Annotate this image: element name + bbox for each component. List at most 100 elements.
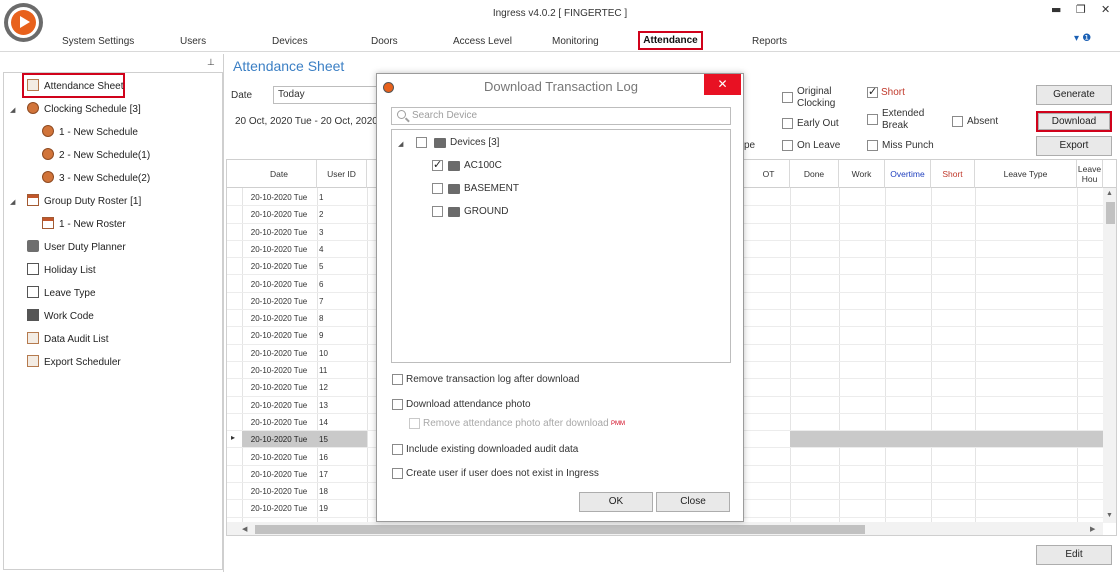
- row-date: 20-10-2020 Tue: [250, 417, 308, 427]
- collapse-icon[interactable]: ◢: [10, 198, 15, 206]
- sidebar-item-attendance-sheet[interactable]: Attendance Sheet: [27, 78, 124, 96]
- horizontal-scroll-thumb[interactable]: [255, 525, 865, 534]
- minimize-button[interactable]: ▬: [1051, 3, 1061, 16]
- devices-root-checkbox[interactable]: [416, 137, 427, 148]
- page-title: Attendance Sheet: [233, 58, 345, 74]
- menu-attendance[interactable]: Attendance: [638, 31, 703, 50]
- row-date: 20-10-2020 Tue: [250, 244, 308, 254]
- sidebar-item-schedule-2[interactable]: 2 - New Schedule(1): [42, 147, 150, 165]
- device-tree: ◢ Devices [3] AC100C BASEMENT GROUND: [391, 129, 731, 363]
- row-user-id: 11: [319, 366, 328, 375]
- help-dropdown-icon[interactable]: ▾ ❶: [1074, 33, 1091, 44]
- include-audit-label: Include existing downloaded audit data: [406, 444, 579, 455]
- remove-log-label: Remove transaction log after download: [406, 374, 580, 385]
- absent-checkbox[interactable]: [952, 116, 963, 127]
- audit-icon: [27, 332, 39, 344]
- vertical-scrollbar[interactable]: ▲ ▼: [1103, 188, 1116, 523]
- row-user-id: 3: [319, 227, 324, 237]
- dialog-close-button[interactable]: ✕: [704, 74, 741, 95]
- device-label-ground: GROUND: [464, 206, 509, 217]
- device-checkbox-ground[interactable]: [432, 206, 443, 217]
- row-user-id: 5: [319, 262, 324, 272]
- column-done[interactable]: Done: [790, 160, 839, 188]
- device-checkbox-basement[interactable]: [432, 183, 443, 194]
- sidebar-item-roster-1[interactable]: 1 - New Roster: [42, 216, 126, 234]
- sandals-icon: [27, 263, 39, 275]
- absent-label: Absent: [967, 116, 999, 127]
- short-checkbox[interactable]: [867, 85, 878, 98]
- pin-icon[interactable]: ⊥: [207, 57, 215, 68]
- vertical-scroll-thumb[interactable]: [1106, 202, 1115, 224]
- device-label-ac100c: AC100C: [464, 160, 502, 171]
- generate-button[interactable]: Generate: [1036, 85, 1112, 105]
- column-work[interactable]: Work: [839, 160, 885, 188]
- remove-log-checkbox[interactable]: [392, 374, 403, 385]
- menu-devices[interactable]: Devices: [272, 36, 308, 47]
- horizontal-scrollbar[interactable]: ◀ ▶: [227, 522, 1103, 535]
- row-date: 20-10-2020 Tue: [250, 487, 308, 497]
- restore-button[interactable]: ❐: [1076, 3, 1086, 16]
- export-icon: [27, 355, 39, 367]
- column-ot[interactable]: OT: [748, 160, 790, 188]
- date-select[interactable]: Today: [273, 86, 383, 104]
- device-search-input[interactable]: Search Device: [391, 107, 731, 125]
- sidebar-item-holiday-list[interactable]: Holiday List: [27, 262, 96, 280]
- collapse-icon[interactable]: ◢: [10, 106, 15, 114]
- row-user-id: 16: [319, 452, 328, 462]
- menu-users[interactable]: Users: [180, 36, 206, 47]
- row-user-id: 6: [319, 279, 324, 289]
- ok-button[interactable]: OK: [579, 492, 653, 512]
- column-overtime[interactable]: Overtime: [885, 160, 931, 188]
- column-date[interactable]: Date: [242, 160, 317, 188]
- row-date: 20-10-2020 Tue: [250, 504, 308, 514]
- sidebar-item-work-code[interactable]: Work Code: [27, 308, 94, 326]
- on-leave-label: On Leave: [797, 140, 841, 151]
- early-out-checkbox[interactable]: [782, 118, 793, 129]
- sidebar-item-leave-type[interactable]: Leave Type: [27, 285, 96, 303]
- row-date: 20-10-2020 Tue: [250, 331, 308, 341]
- sidebar-item-user-duty-planner[interactable]: User Duty Planner: [27, 239, 126, 257]
- extended-break-checkbox[interactable]: [867, 114, 878, 125]
- column-short[interactable]: Short: [931, 160, 975, 188]
- row-date: 20-10-2020 Tue: [250, 469, 308, 479]
- extended-break-label: Extended Break: [882, 108, 925, 131]
- export-button[interactable]: Export: [1036, 136, 1112, 156]
- sidebar-item-group-duty-roster[interactable]: Group Duty Roster [1]: [27, 193, 141, 211]
- sidebar-item-export-scheduler[interactable]: Export Scheduler: [27, 354, 121, 372]
- create-user-checkbox[interactable]: [392, 468, 403, 479]
- menu-system-settings[interactable]: System Settings: [62, 36, 134, 47]
- download-photo-checkbox[interactable]: [392, 399, 403, 410]
- original-clocking-checkbox[interactable]: [782, 92, 793, 103]
- device-group-icon: [434, 138, 446, 148]
- row-user-id: 14: [319, 417, 328, 427]
- close-window-button[interactable]: ✕: [1101, 3, 1110, 16]
- row-user-id: 1: [319, 193, 324, 202]
- column-leave-hours[interactable]: Leave Hou: [1077, 160, 1103, 188]
- menu-monitoring[interactable]: Monitoring: [552, 36, 599, 47]
- row-date: 20-10-2020 Tue: [250, 383, 308, 393]
- row-date: 20-10-2020 Tue: [250, 262, 308, 272]
- row-user-id: 18: [319, 487, 328, 497]
- device-checkbox-ac100c[interactable]: [432, 158, 443, 171]
- list-icon: [27, 286, 39, 298]
- row-date: 20-10-2020 Tue: [250, 366, 308, 375]
- menu-doors[interactable]: Doors: [371, 36, 398, 47]
- edit-button[interactable]: Edit: [1036, 545, 1112, 565]
- collapse-icon[interactable]: ◢: [398, 140, 403, 148]
- sidebar-item-schedule-3[interactable]: 3 - New Schedule(2): [42, 170, 150, 188]
- sidebar-item-data-audit-list[interactable]: Data Audit List: [27, 331, 108, 349]
- clock-icon: [42, 171, 54, 183]
- miss-punch-checkbox[interactable]: [867, 140, 878, 151]
- column-user-id[interactable]: User ID: [317, 160, 367, 188]
- include-audit-checkbox[interactable]: [392, 444, 403, 455]
- on-leave-checkbox[interactable]: [782, 140, 793, 151]
- download-transaction-log-dialog: Download Transaction Log ✕ Search Device…: [376, 73, 744, 522]
- dialog-cancel-button[interactable]: Close: [656, 492, 730, 512]
- download-button[interactable]: Download: [1038, 113, 1110, 130]
- menu-reports[interactable]: Reports: [752, 36, 787, 47]
- column-leave-type[interactable]: Leave Type: [975, 160, 1077, 188]
- sidebar-item-schedule-1[interactable]: 1 - New Schedule: [42, 124, 138, 142]
- menu-access-level[interactable]: Access Level: [453, 36, 512, 47]
- sidebar-item-clocking-schedule[interactable]: Clocking Schedule [3]: [27, 101, 141, 119]
- remove-photo-checkbox[interactable]: [409, 418, 420, 429]
